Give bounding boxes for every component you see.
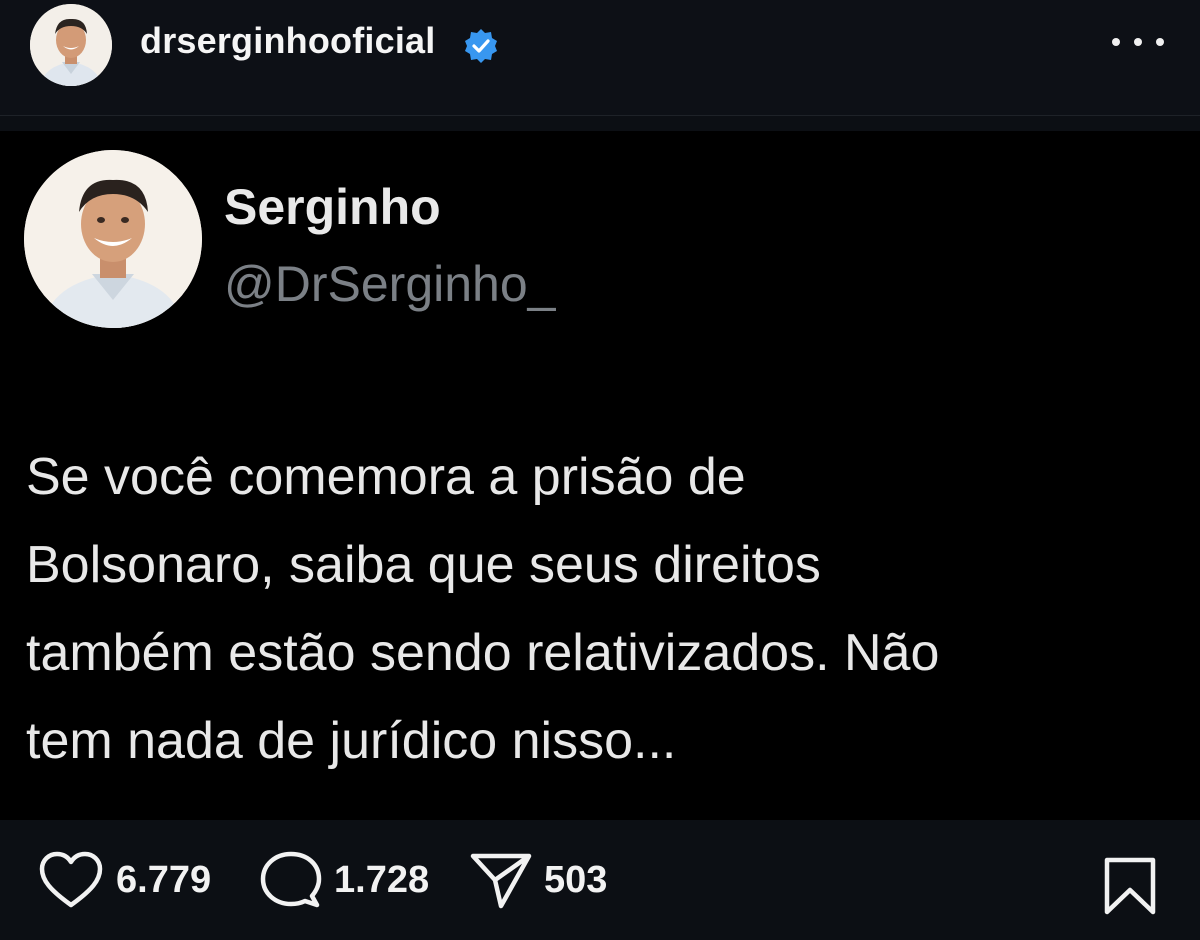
tweet-card: Serginho @DrSerginho_ Se você comemora a…	[0, 131, 1200, 820]
tweet-text-line: Se você comemora a prisão de	[26, 448, 746, 506]
send-icon	[470, 853, 532, 909]
heart-icon	[39, 851, 103, 908]
post-header: drserginhooficial	[0, 0, 1200, 116]
like-count: 6.779	[116, 858, 212, 901]
like-button[interactable]: 6.779	[38, 820, 211, 940]
share-button[interactable]: 503	[470, 820, 607, 940]
verified-badge-icon	[465, 29, 497, 63]
display-name: Serginho	[224, 179, 441, 235]
header-username[interactable]: drserginhooficial	[140, 20, 435, 62]
tweet-text-line: tem nada de jurídico nisso...	[26, 712, 677, 770]
tweet-avatar	[24, 150, 202, 328]
tweet-text-line: Bolsonaro, saiba que seus direitos	[26, 536, 821, 594]
comment-icon	[260, 851, 322, 908]
header-avatar[interactable]	[30, 4, 112, 86]
comment-count: 1.728	[334, 858, 430, 901]
bookmark-icon[interactable]	[1102, 857, 1158, 915]
tweet-text-line: também estão sendo relativizados. Não	[26, 624, 940, 682]
comment-button[interactable]: 1.728	[260, 820, 429, 940]
more-options-icon[interactable]	[1112, 28, 1164, 56]
user-handle: @DrSerginho_	[224, 256, 556, 312]
action-bar: 6.779 1.728 503	[0, 820, 1200, 940]
avatar-photo-icon	[30, 4, 112, 86]
share-count: 503	[544, 858, 608, 901]
avatar-photo-icon	[24, 150, 202, 328]
tweet-text: Se você comemora a prisão de Bolsonaro, …	[26, 433, 1166, 785]
